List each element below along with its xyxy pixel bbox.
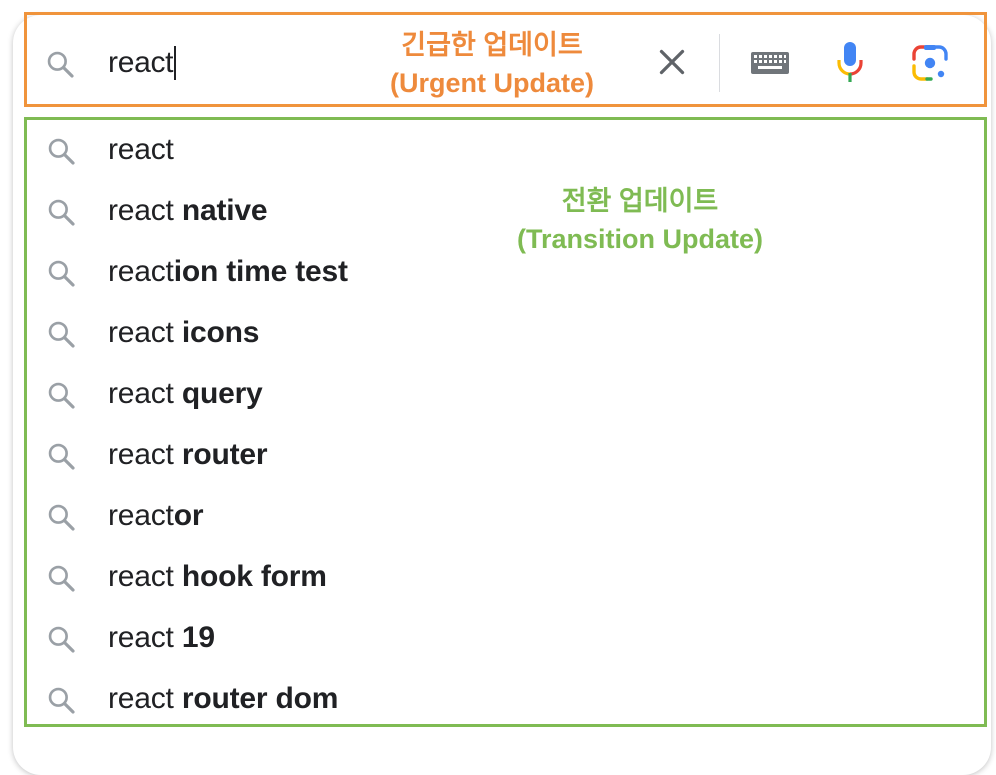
search-icon xyxy=(48,565,75,592)
suggestion-suffix: native xyxy=(173,194,268,227)
suggestion-prefix: react xyxy=(108,255,174,288)
suggestion-label: react native xyxy=(108,191,268,231)
suggestion-prefix: react xyxy=(108,560,174,593)
search-icon xyxy=(48,260,75,287)
suggestion-item[interactable]: reaction time test xyxy=(0,242,996,303)
urgent-update-label: 긴급한 업데이트 (Urgent Update) xyxy=(336,26,648,102)
search-icon xyxy=(48,382,75,409)
search-icon xyxy=(48,504,75,531)
suggestion-label: reactor xyxy=(108,496,204,536)
suggestion-list: react react native reaction time test re… xyxy=(0,120,996,730)
suggestion-prefix: react xyxy=(108,194,174,227)
suggestion-suffix: hook form xyxy=(173,560,327,593)
suggestion-prefix: react xyxy=(108,621,174,654)
suggestion-prefix: react xyxy=(108,377,174,410)
search-icon xyxy=(48,443,75,470)
suggestion-item[interactable]: react 19 xyxy=(0,608,996,669)
suggestion-label: react router xyxy=(108,435,268,475)
urgent-label-en: (Urgent Update) xyxy=(390,68,594,98)
suggestion-label: reaction time test xyxy=(108,252,348,292)
search-icon xyxy=(48,626,75,653)
suggestion-suffix: query xyxy=(173,377,263,410)
suggestion-prefix: react xyxy=(108,682,174,715)
suggestion-item[interactable]: react router dom xyxy=(0,669,996,730)
suggestion-label: react query xyxy=(108,374,263,414)
suggestion-item[interactable]: react xyxy=(0,120,996,181)
suggestion-prefix: react xyxy=(108,133,174,166)
suggestion-label: react xyxy=(108,130,174,170)
suggestion-suffix: 19 xyxy=(173,621,215,654)
search-icon xyxy=(48,687,75,714)
search-icon xyxy=(48,199,75,226)
urgent-label-ko: 긴급한 업데이트 xyxy=(401,30,583,60)
suggestion-item[interactable]: react native xyxy=(0,181,996,242)
suggestion-prefix: react xyxy=(108,438,174,471)
suggestion-label: react hook form xyxy=(108,557,327,597)
search-icon xyxy=(48,138,75,165)
suggestion-prefix: react xyxy=(108,316,174,349)
search-icon xyxy=(48,321,75,348)
suggestion-item[interactable]: react router xyxy=(0,425,996,486)
suggestion-suffix: icons xyxy=(173,316,260,349)
suggestion-item[interactable]: reactor xyxy=(0,486,996,547)
suggestion-label: react router dom xyxy=(108,679,338,719)
suggestion-item[interactable]: react hook form xyxy=(0,547,996,608)
suggestion-prefix: react xyxy=(108,499,174,532)
suggestion-item[interactable]: react query xyxy=(0,364,996,425)
suggestion-label: react icons xyxy=(108,313,259,353)
suggestion-suffix: router dom xyxy=(173,682,339,715)
suggestion-suffix: or xyxy=(173,499,204,532)
suggestion-suffix: ion time test xyxy=(173,255,348,288)
suggestion-label: react 19 xyxy=(108,618,215,658)
suggestion-item[interactable]: react icons xyxy=(0,303,996,364)
suggestion-suffix: router xyxy=(173,438,268,471)
